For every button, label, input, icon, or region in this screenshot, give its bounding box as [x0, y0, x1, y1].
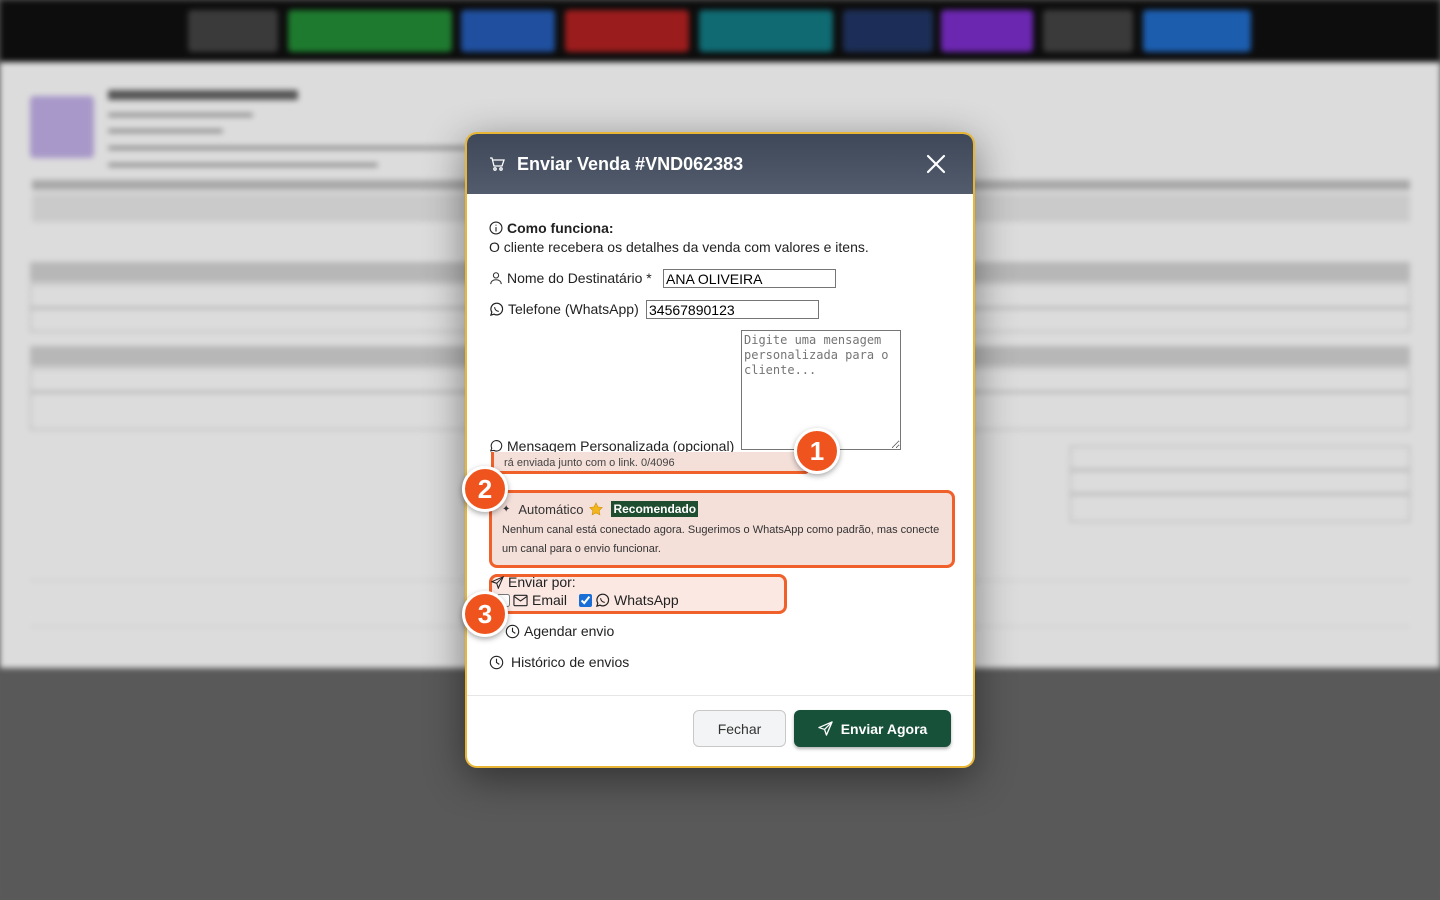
- toolbar-button: [565, 10, 689, 52]
- annotation-badge-3: 3: [462, 591, 508, 637]
- automatic-title: ✦ Automático Recomendado: [502, 501, 942, 517]
- info-row: Como funciona:: [489, 220, 614, 236]
- cart-icon: [489, 156, 505, 172]
- toolbar-button: [288, 10, 452, 52]
- schedule-label: Agendar envio: [524, 623, 615, 639]
- schedule-toggle[interactable]: Agendar envio: [505, 623, 614, 639]
- annotation-badge-1: 1: [794, 428, 840, 474]
- send-via-row: Enviar por:: [491, 574, 576, 590]
- annotation-badge-2: 2: [462, 466, 508, 512]
- modal-header: Enviar Venda #VND062383: [467, 134, 973, 194]
- recipient-input[interactable]: [663, 269, 836, 288]
- whatsapp-checkbox[interactable]: [579, 593, 593, 607]
- history-toggle[interactable]: Histórico de envios: [489, 654, 629, 670]
- phone-row: Telefone (WhatsApp): [489, 301, 639, 317]
- user-icon: [489, 271, 503, 285]
- info-title: Como funciona:: [507, 220, 614, 236]
- send-icon: [491, 575, 504, 589]
- modal-title: Enviar Venda #VND062383: [517, 153, 744, 174]
- toolbar-button: [1043, 10, 1133, 52]
- channel-options: Email WhatsApp: [497, 592, 679, 608]
- whatsapp-icon: [489, 302, 504, 317]
- info-text: O cliente recebera os detalhes da venda …: [489, 239, 869, 255]
- whatsapp-label: WhatsApp: [614, 592, 679, 608]
- toolbar: [0, 0, 1440, 62]
- clock-icon: [505, 624, 520, 639]
- company-logo: [30, 96, 94, 158]
- footer-divider: [467, 695, 973, 696]
- phone-input[interactable]: [646, 300, 819, 319]
- toolbar-button: [1143, 10, 1251, 52]
- send-sale-modal: Enviar Venda #VND062383 Como funciona: O…: [465, 132, 975, 768]
- email-label: Email: [532, 592, 568, 608]
- star-icon: [589, 502, 604, 516]
- toolbar-button: [461, 10, 555, 52]
- toolbar-button: [699, 10, 833, 52]
- close-button[interactable]: Fechar: [693, 710, 786, 747]
- automatic-description: Nenhum canal está conectado agora. Suger…: [502, 524, 940, 555]
- automatic-option[interactable]: ✦ Automático Recomendado Nenhum canal es…: [489, 490, 955, 568]
- history-label: Histórico de envios: [511, 654, 630, 670]
- sparkle-icon: ✦: [502, 503, 511, 515]
- recipient-row: Nome do Destinatário *: [489, 270, 652, 286]
- phone-label: Telefone (WhatsApp): [508, 301, 639, 317]
- toolbar-button: [843, 10, 933, 52]
- recommended-badge: Recomendado: [611, 501, 699, 517]
- toolbar-button: [188, 10, 278, 52]
- message-hint: rá enviada junto com o link. 0/4096: [491, 452, 809, 474]
- automatic-label: Automático: [518, 501, 584, 517]
- send-now-label: Enviar Agora: [840, 720, 928, 737]
- whatsapp-icon: [595, 593, 610, 608]
- message-hint-text: rá enviada junto com o link. 0/4096: [504, 457, 675, 469]
- envelope-icon: [513, 594, 528, 607]
- paper-plane-icon: [817, 721, 833, 736]
- recipient-label: Nome do Destinatário *: [507, 270, 652, 286]
- chat-bubble-icon: [489, 439, 503, 453]
- send-via-label: Enviar por:: [508, 574, 576, 590]
- info-text-row: O cliente recebera os detalhes da venda …: [489, 239, 869, 255]
- close-icon[interactable]: [925, 153, 947, 175]
- history-icon: [489, 655, 504, 670]
- info-icon: [489, 221, 503, 235]
- send-now-button[interactable]: Enviar Agora: [794, 710, 951, 747]
- toolbar-button: [941, 10, 1033, 52]
